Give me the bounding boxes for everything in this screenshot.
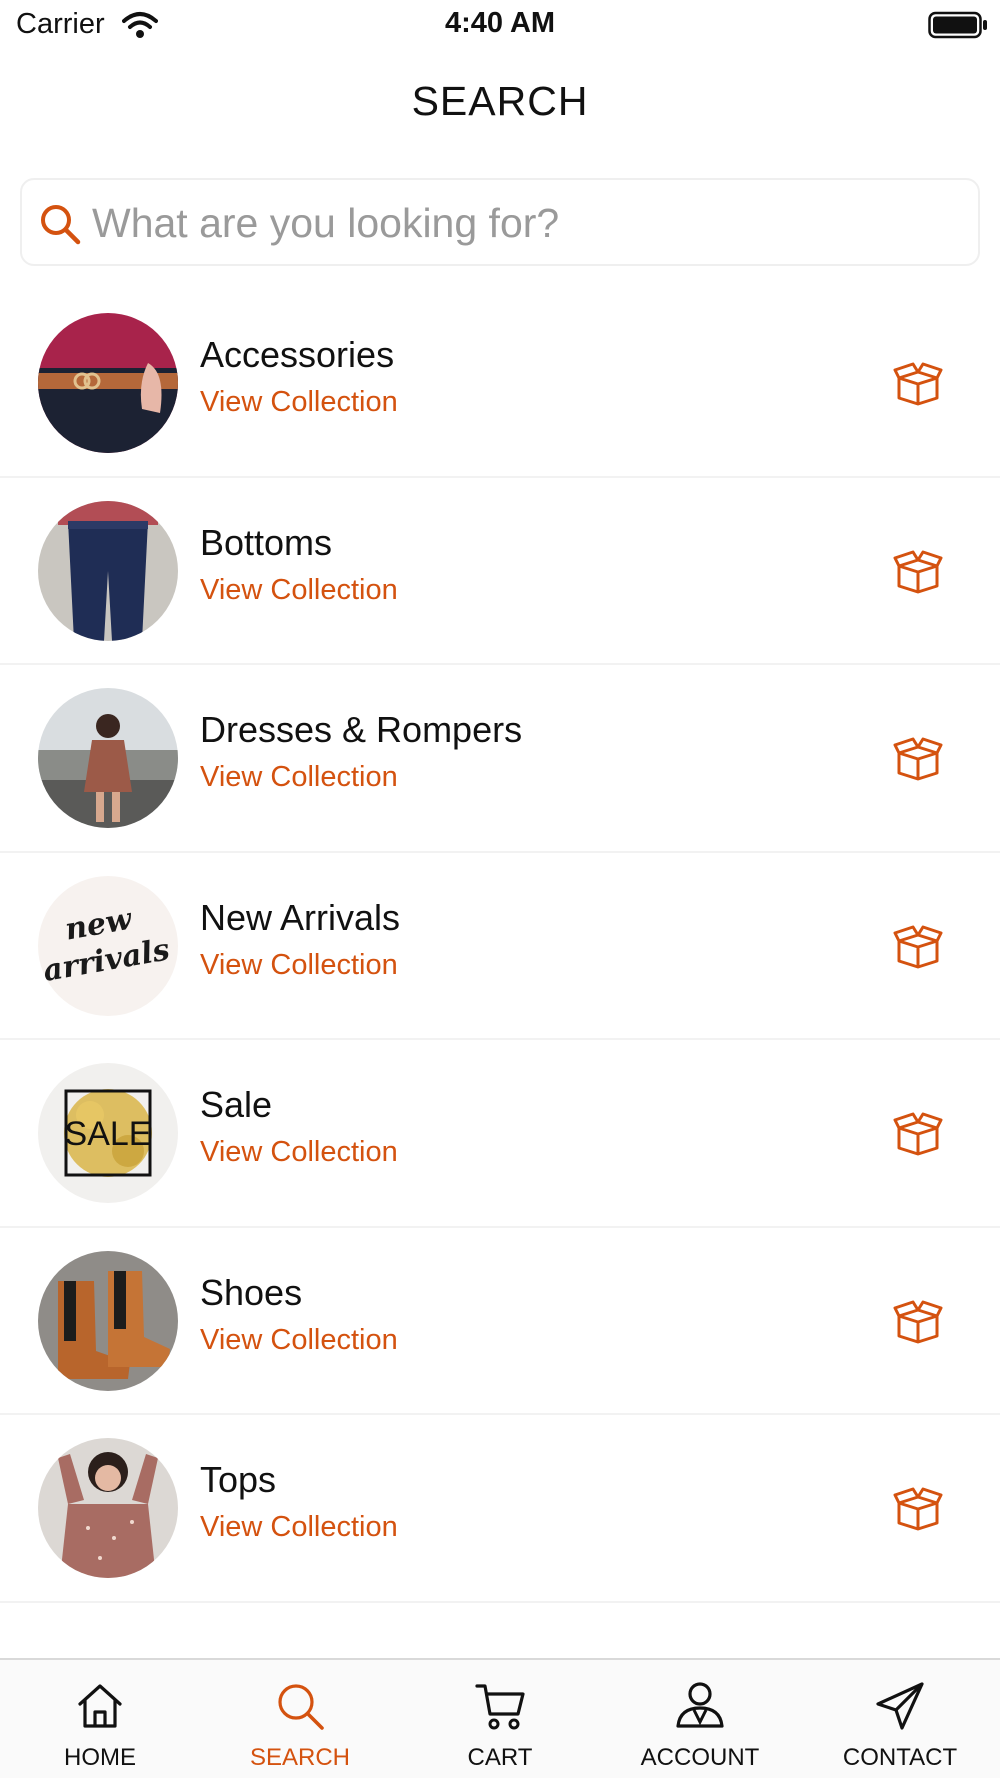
view-collection-link[interactable]: View Collection [200, 1324, 398, 1357]
tab-contact[interactable]: CONTACT [800, 1660, 1000, 1778]
sale-thumbnail: SALE [38, 1063, 178, 1203]
view-collection-link[interactable]: View Collection [200, 386, 398, 419]
view-collection-link[interactable]: View Collection [200, 1511, 398, 1544]
view-collection-link[interactable]: View Collection [200, 949, 398, 982]
collection-item-dresses-rompers[interactable]: Dresses & Rompers View Collection [0, 665, 1000, 853]
tab-label: SEARCH [249, 1744, 351, 1771]
home-icon [78, 1684, 122, 1728]
collection-title: Accessories [200, 334, 395, 375]
tab-account[interactable]: ACCOUNT [600, 1660, 800, 1778]
status-time: 4:40 AM [444, 7, 556, 39]
tab-cart[interactable]: CART [400, 1660, 600, 1778]
open-box-icon[interactable] [893, 923, 943, 969]
collection-list: Accessories View Collection Bottoms View… [0, 290, 1000, 1603]
open-box-icon[interactable] [893, 1110, 943, 1156]
battery-icon [928, 11, 987, 39]
search-icon [278, 1684, 324, 1730]
tab-search[interactable]: SEARCH [200, 1660, 400, 1778]
tab-bar: HOME SEARCH CART ACCOUNT CONTACT [0, 1658, 1000, 1778]
accessories-thumbnail [38, 313, 178, 453]
search-icon [41, 205, 81, 245]
tab-label: HOME [64, 1744, 136, 1771]
paper-plane-icon [876, 1682, 924, 1730]
open-box-icon[interactable] [893, 1298, 943, 1344]
collection-item-new-arrivals[interactable]: new arrivals New Arrivals View Collectio… [0, 853, 1000, 1040]
tab-home[interactable]: HOME [0, 1660, 200, 1778]
collection-item-bottoms[interactable]: Bottoms View Collection [0, 478, 1000, 665]
collection-title: Shoes [200, 1271, 303, 1313]
dresses-rompers-thumbnail [38, 688, 178, 828]
collection-title: Bottoms [200, 521, 333, 563]
collection-title: Tops [200, 1459, 277, 1500]
sale-thumb-text: SALE [65, 1115, 152, 1153]
account-icon [676, 1682, 724, 1728]
open-box-icon[interactable] [893, 1485, 943, 1531]
cart-icon [475, 1684, 525, 1730]
view-collection-link[interactable]: View Collection [200, 574, 398, 607]
collection-title: Dresses & Rompers [200, 709, 523, 750]
tab-label: CART [467, 1744, 533, 1771]
tops-thumbnail [38, 1438, 178, 1578]
search-bar[interactable] [20, 178, 980, 266]
page-title: SEARCH [411, 78, 589, 124]
collection-item-accessories[interactable]: Accessories View Collection [0, 290, 1000, 478]
collection-item-sale[interactable]: SALE Sale View Collection [0, 1040, 1000, 1228]
tab-label: ACCOUNT [640, 1744, 760, 1771]
collection-item-tops[interactable]: Tops View Collection [0, 1415, 1000, 1603]
collection-item-shoes[interactable]: Shoes View Collection [0, 1228, 1000, 1415]
tab-label: CONTACT [842, 1744, 958, 1771]
new-arrivals-thumbnail: new arrivals [38, 875, 178, 1016]
search-input[interactable] [92, 188, 962, 258]
shoes-thumbnail [38, 1250, 178, 1391]
collection-title: Sale [200, 1084, 273, 1125]
open-box-icon[interactable] [893, 360, 943, 406]
open-box-icon[interactable] [893, 548, 943, 594]
open-box-icon[interactable] [893, 735, 943, 781]
view-collection-link[interactable]: View Collection [200, 1136, 398, 1169]
status-bar: Carrier 4:40 AM [0, 0, 1000, 50]
search-screen: Carrier 4:40 AM SEARCH What are you look… [0, 0, 1000, 1778]
collection-title: New Arrivals [200, 896, 401, 938]
bottoms-thumbnail [38, 500, 178, 641]
view-collection-link[interactable]: View Collection [200, 761, 398, 794]
